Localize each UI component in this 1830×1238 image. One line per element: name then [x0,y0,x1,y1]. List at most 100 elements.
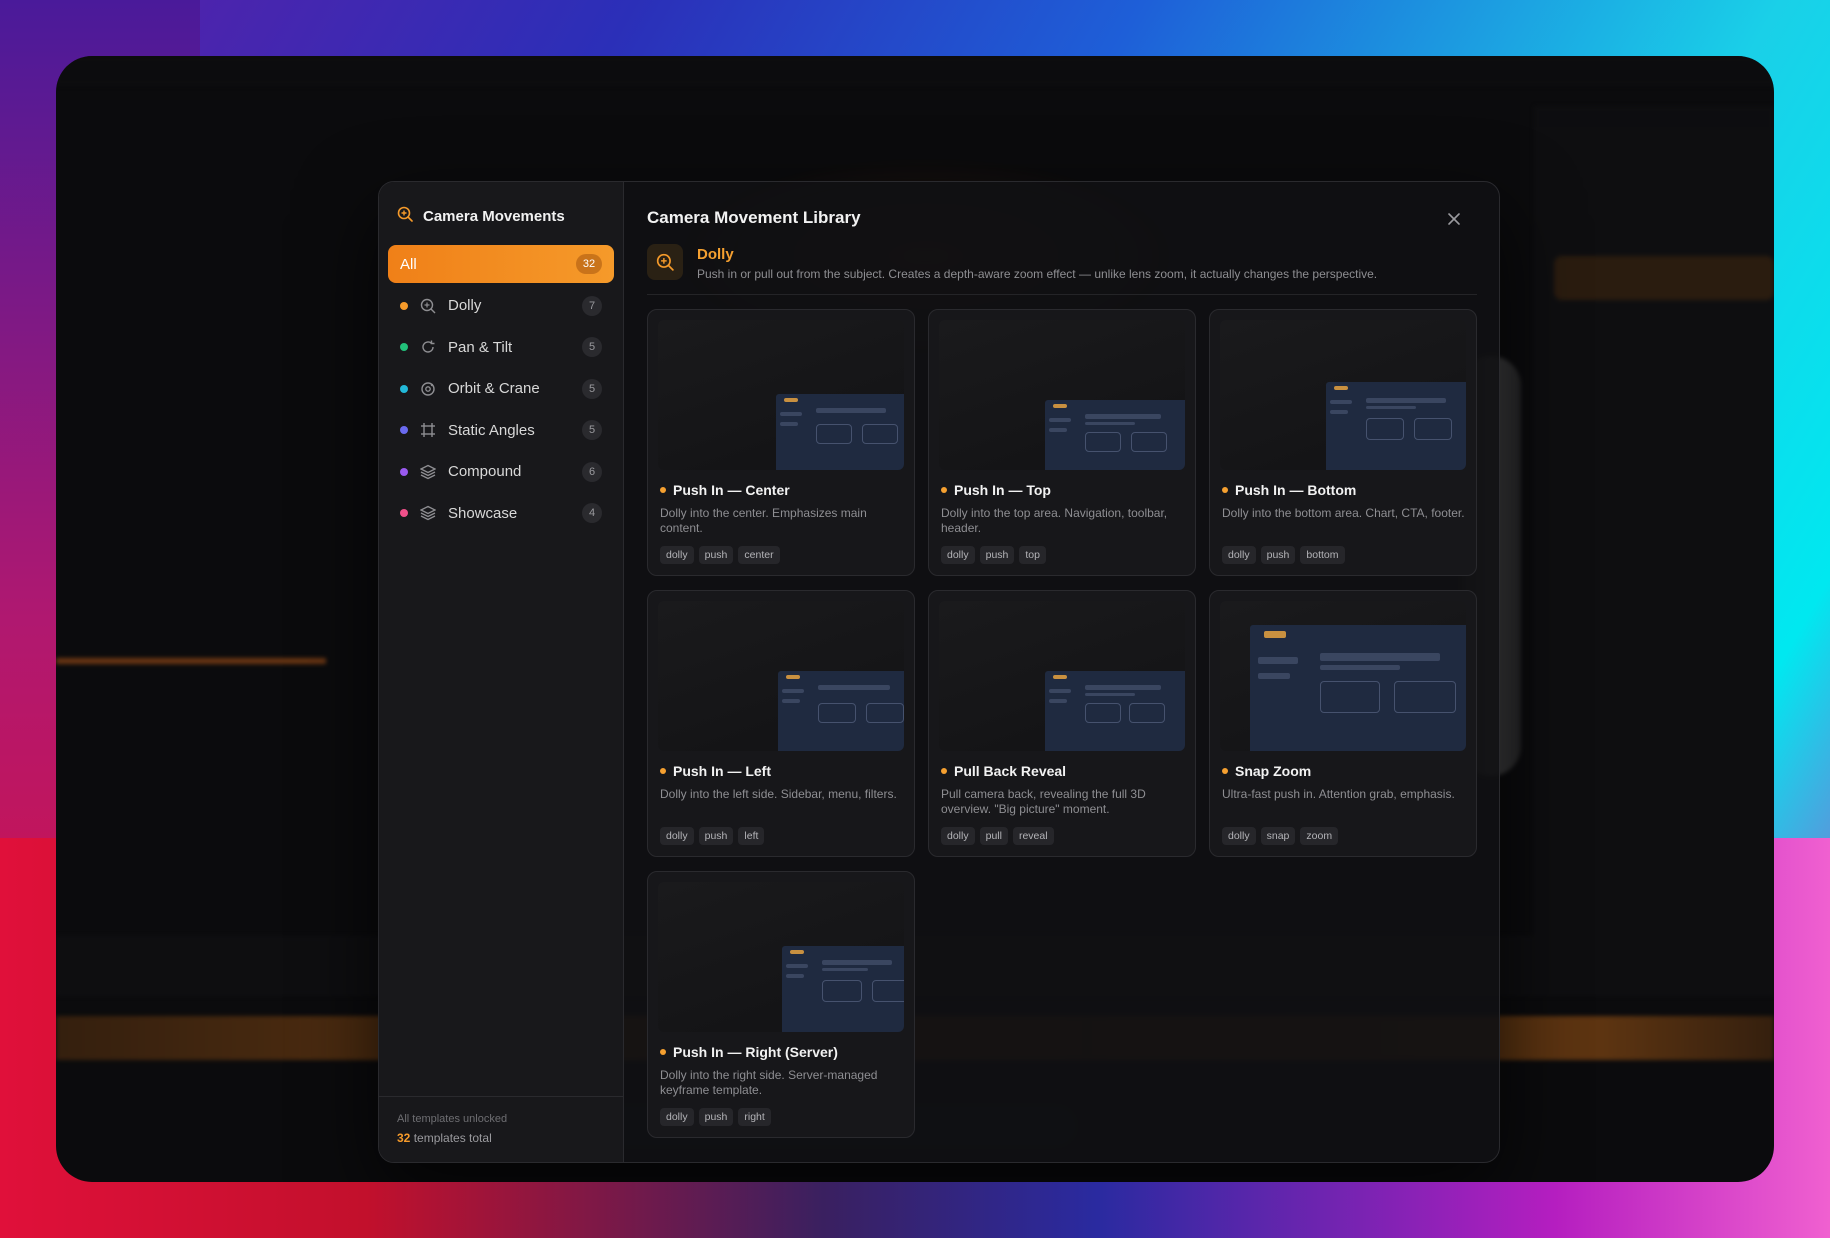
category-all[interactable]: All 32 [388,245,614,283]
sidebar-header: Camera Movements [379,182,623,245]
layers-icon [420,464,436,480]
tag: push [698,827,734,845]
tag: push [698,546,734,564]
category-dot [1222,768,1228,774]
template-total-label: templates total [410,1131,492,1145]
category-orbit-crane[interactable]: Orbit & Crane 5 [388,370,614,408]
template-title: Push In — Bottom [1235,482,1357,498]
template-title: Snap Zoom [1235,763,1312,779]
section-name: Dolly [697,246,734,263]
tag: center [738,546,780,564]
template-title: Pull Back Reveal [954,763,1067,779]
category-compound[interactable]: Compound 6 [388,453,614,491]
template-thumbnail [1220,320,1466,470]
section-description: Push in or pull out from the subject. Cr… [697,267,1378,281]
template-card-push-in-right-server[interactable]: Push In — Right (Server) Dolly into the … [647,871,915,1138]
category-label: All [400,255,417,273]
section-icon [647,244,683,280]
tag: dolly [941,546,975,564]
category-dot [660,1049,666,1055]
template-description: Dolly into the bottom area. Chart, CTA, … [1222,506,1465,520]
unlock-status: All templates unlocked [397,1113,508,1125]
tag: top [1019,546,1046,564]
zoom-icon [420,298,436,314]
category-pan-tilt[interactable]: Pan & Tilt 5 [388,328,614,366]
category-dot [400,426,408,434]
category-count: 32 [576,254,602,274]
tag: bottom [1300,546,1345,564]
sidebar-title: Camera Movements [423,208,565,225]
template-tags: dolly push bottom [1220,546,1466,564]
close-button[interactable] [1445,210,1463,228]
template-thumbnail [939,601,1185,751]
tag: snap [1260,827,1296,845]
template-title: Push In — Left [673,763,771,779]
tag: pull [979,827,1008,845]
template-title: Push In — Top [954,482,1051,498]
category-dot [400,343,408,351]
category-label: Showcase [448,504,518,522]
category-showcase[interactable]: Showcase 4 [388,494,614,532]
category-static-angles[interactable]: Static Angles 5 [388,411,614,449]
template-card-push-in-top[interactable]: Push In — Top Dolly into the top area. N… [928,309,1196,576]
template-card-snap-zoom[interactable]: Snap Zoom Ultra-fast push in. Attention … [1209,590,1477,857]
category-dot [941,768,947,774]
tag: push [979,546,1015,564]
category-list: All 32 Dolly 7 Pan & Tilt 5 Orbit & Cran… [379,245,623,532]
tag: dolly [660,827,694,845]
library-main: Camera Movement Library Dolly Push in or… [624,182,1499,1162]
category-count: 5 [582,420,602,440]
template-total: 32 templates total [397,1131,605,1145]
template-description: Ultra-fast push in. Attention grab, emph… [1222,787,1455,801]
template-tags: dolly push right [658,1108,904,1126]
template-thumbnail [1220,601,1466,751]
template-card-push-in-center[interactable]: Push In — Center Dolly into the center. … [647,309,915,576]
template-title: Push In — Center [673,482,790,498]
template-tags: dolly snap zoom [1220,827,1466,845]
orbit-icon [420,381,436,397]
template-thumbnail [658,601,904,751]
category-count: 5 [582,378,602,399]
zoom-icon [656,253,674,271]
template-card-push-in-bottom[interactable]: Push In — Bottom Dolly into the bottom a… [1209,309,1477,576]
template-grid: Push In — Center Dolly into the center. … [647,309,1477,1138]
tag: reveal [1012,827,1054,845]
template-description: Dolly into the top area. Navigation, too… [941,506,1168,535]
zoom-icon [397,206,413,227]
template-thumbnail [939,320,1185,470]
category-label: Dolly [448,297,482,314]
template-description: Dolly into the left side. Sidebar, menu,… [660,787,897,801]
template-total-count: 32 [397,1131,411,1145]
template-description: Dolly into the center. Emphasizes main c… [660,506,867,535]
category-dot [400,467,408,476]
tag: push [1260,546,1296,564]
template-tags: dolly pull reveal [939,827,1185,845]
template-card-push-in-left[interactable]: Push In — Left Dolly into the left side.… [647,590,915,857]
template-thumbnail [658,320,904,470]
template-tags: dolly push center [658,546,904,564]
library-title: Camera Movement Library [647,208,861,227]
category-count: 5 [582,337,602,357]
template-thumbnail [658,882,904,1032]
tag: dolly [660,546,694,564]
category-dolly[interactable]: Dolly 7 [388,287,614,325]
category-dot [400,384,408,393]
close-icon [1448,213,1460,225]
category-label: Static Angles [448,421,535,439]
template-description: Dolly into the right side. Server-manage… [660,1068,878,1097]
category-count: 4 [582,503,602,523]
tag: zoom [1300,827,1339,845]
category-label: Orbit & Crane [448,380,540,397]
category-count: 6 [582,461,602,482]
tag: dolly [941,827,975,845]
template-card-pull-back-reveal[interactable]: Pull Back Reveal Pull camera back, revea… [928,590,1196,857]
camera-movement-modal: Camera Movements All 32 Dolly 7 Pan & Ti… [378,181,1500,1163]
category-dot [941,487,947,493]
template-title: Push In — Right (Server) [673,1044,838,1060]
frame-icon [420,422,436,438]
tag: push [698,1108,734,1126]
sidebar-footer: All templates unlocked 32 templates tota… [379,1096,623,1162]
tag: dolly [660,1108,694,1126]
category-dot [1222,487,1228,493]
layers-icon [420,505,436,521]
